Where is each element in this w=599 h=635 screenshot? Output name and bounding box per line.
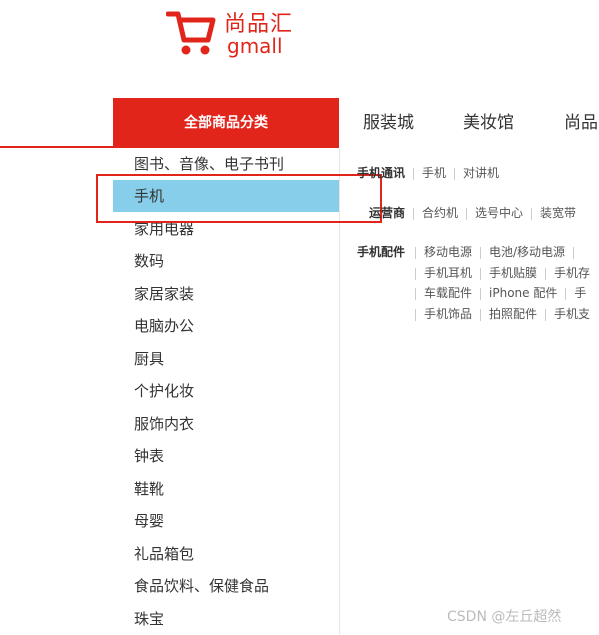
- subcategory-link[interactable]: iPhone 配件: [489, 284, 557, 301]
- header-red-line: [0, 146, 113, 148]
- subcategory-row: 手机通讯 手机 对讲机: [357, 164, 499, 181]
- subcategory-row: 手机饰品 拍照配件 手机支: [415, 305, 590, 322]
- category-item[interactable]: 服饰内衣: [113, 408, 339, 440]
- separator: [545, 308, 547, 321]
- watermark: CSDN @左丘超然: [447, 609, 562, 625]
- subcategory-link[interactable]: 手机支: [554, 305, 590, 322]
- subcategory-title[interactable]: 手机通讯: [357, 164, 405, 181]
- category-item[interactable]: 钟表: [113, 440, 339, 472]
- subcategory-link[interactable]: 移动电源: [424, 243, 472, 260]
- separator: [413, 207, 415, 220]
- logo[interactable]: 尚品汇 gmall: [166, 4, 306, 64]
- subcategory-link[interactable]: 手机: [422, 164, 446, 181]
- separator: [480, 267, 482, 280]
- all-categories-header[interactable]: 全部商品分类: [113, 98, 339, 148]
- nav-item-clothing[interactable]: 服装城: [363, 98, 414, 148]
- category-item[interactable]: 鞋靴: [113, 473, 339, 505]
- separator: [565, 287, 567, 300]
- brand-sub: gmall: [227, 34, 283, 58]
- subcategory-link[interactable]: 电池/移动电源: [489, 243, 565, 260]
- separator: [480, 246, 482, 259]
- category-item[interactable]: 电脑办公: [113, 310, 339, 342]
- separator: [415, 308, 416, 321]
- separator: [466, 207, 468, 220]
- category-item[interactable]: 家居家装: [113, 278, 339, 310]
- highlight-box: [96, 174, 382, 223]
- subcategory-link[interactable]: 选号中心: [475, 204, 523, 221]
- category-item[interactable]: 数码: [113, 245, 339, 277]
- nav-item-shangpin[interactable]: 尚品: [564, 98, 598, 148]
- subcategory-title[interactable]: 运营商: [369, 204, 405, 221]
- separator: [415, 267, 416, 280]
- separator: [415, 246, 416, 259]
- subcategory-link[interactable]: 手机饰品: [424, 305, 472, 322]
- separator: [413, 167, 415, 180]
- category-item[interactable]: 厨具: [113, 343, 339, 375]
- category-item[interactable]: 珠宝: [113, 603, 339, 635]
- subcategory-link[interactable]: 手机存: [554, 264, 590, 281]
- subcategory-link[interactable]: 合约机: [422, 204, 458, 221]
- subcategory-link[interactable]: 装宽带: [540, 204, 576, 221]
- separator: [573, 246, 575, 259]
- subcategory-title[interactable]: 手机配件: [357, 243, 405, 260]
- subcategory-link[interactable]: 手机耳机: [424, 264, 472, 281]
- separator: [415, 287, 416, 300]
- category-item[interactable]: 母婴: [113, 505, 339, 537]
- subcategory-link[interactable]: 手: [574, 284, 586, 301]
- category-item[interactable]: 礼品箱包: [113, 538, 339, 570]
- separator: [545, 267, 547, 280]
- nav-item-beauty[interactable]: 美妆馆: [463, 98, 514, 148]
- category-item[interactable]: 个护化妆: [113, 375, 339, 407]
- subcategory-link[interactable]: 车载配件: [424, 284, 472, 301]
- separator: [531, 207, 533, 220]
- subcategory-row: 移动电源 电池/移动电源: [415, 243, 582, 260]
- subcategory-row: 车载配件 iPhone 配件手: [415, 284, 586, 301]
- separator: [480, 287, 482, 300]
- separator: [454, 167, 456, 180]
- subcategory-link[interactable]: 手机贴膜: [489, 264, 537, 281]
- subcategory-row: 运营商 合约机 选号中心 装宽带: [369, 204, 576, 221]
- category-item[interactable]: 食品饮料、保健食品: [113, 570, 339, 602]
- subcategory-link[interactable]: 对讲机: [463, 164, 499, 181]
- shopping-cart-icon: [166, 11, 216, 55]
- separator: [480, 308, 482, 321]
- subcategory-link[interactable]: 拍照配件: [489, 305, 537, 322]
- subcategory-row: 手机耳机 手机贴膜 手机存: [415, 264, 590, 281]
